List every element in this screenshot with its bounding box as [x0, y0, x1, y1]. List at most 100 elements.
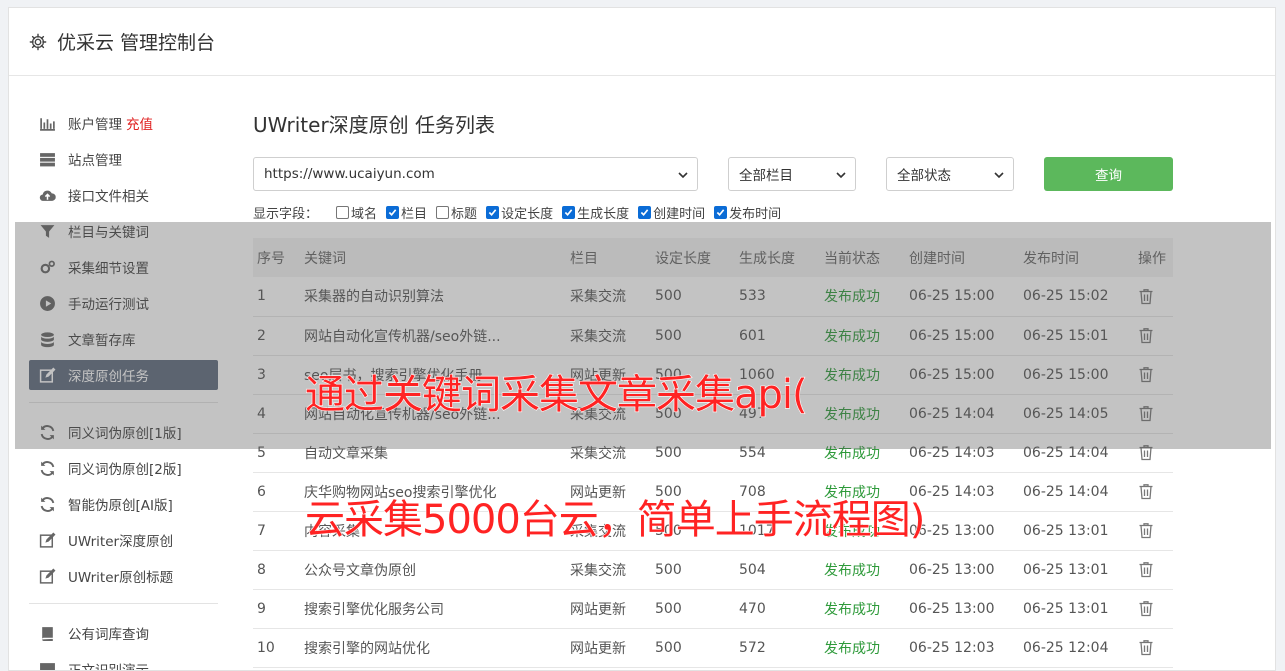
- checkbox-box: [562, 205, 576, 219]
- table-row: 8 公众号文章伪原创 采集交流 500 504 发布成功 06-25 13:00 06-25 …: [253, 550, 1173, 590]
- cell-actions: [1134, 511, 1173, 551]
- sidebar-item-label: 公有词库查询: [68, 627, 149, 643]
- sidebar-item-ai-rewrite[interactable]: 智能伪原创[AI版]: [29, 489, 218, 519]
- cell-index: 6: [253, 472, 300, 512]
- trash-icon[interactable]: [1138, 600, 1154, 617]
- refresh-icon: [40, 496, 55, 512]
- field-checkbox-created[interactable]: 创建时间: [638, 203, 705, 222]
- display-fields-label: 显示字段：: [253, 206, 319, 222]
- cell-keyword: 搜索引擎的网站优化: [300, 628, 566, 668]
- field-checkbox-label: 域名: [351, 206, 378, 222]
- column-select[interactable]: 全部栏目: [728, 157, 856, 191]
- cell-published: 06-25 14:04: [1019, 472, 1134, 512]
- display-fields: 显示字段： 域名 栏目 标题 设定长度 生成长度 创建时间 发布时间: [253, 203, 790, 222]
- sidebar-divider: [29, 603, 218, 604]
- cell-actions: [1134, 550, 1173, 590]
- sidebar-item-label: UWriter原创标题: [68, 570, 174, 586]
- recharge-link[interactable]: 充值: [126, 113, 153, 133]
- chevron-down-icon: [678, 172, 688, 179]
- sidebar-item-synonym-v2[interactable]: 同义词伪原创[2版]: [29, 453, 218, 483]
- field-checkbox-label: 设定长度: [501, 206, 554, 222]
- checkbox-box: [714, 205, 728, 219]
- cell-published: 06-25 13:01: [1019, 511, 1134, 551]
- cell-keyword: 公众号文章伪原创: [300, 550, 566, 590]
- field-checkbox-domain[interactable]: 域名: [336, 203, 377, 222]
- cell-gen-length: 504: [735, 550, 820, 590]
- cell-created: 06-25 12:03: [905, 628, 1019, 668]
- field-checkbox-title[interactable]: 标题: [436, 203, 477, 222]
- trash-icon[interactable]: [1138, 561, 1154, 578]
- server-icon: [40, 152, 55, 166]
- checkbox-box: [486, 205, 500, 219]
- table-row: 10 搜索引擎的网站优化 网站更新 500 572 发布成功 06-25 12:03 06-2…: [253, 628, 1173, 668]
- field-checkbox-label: 标题: [451, 206, 478, 222]
- query-button[interactable]: 查询: [1044, 157, 1173, 191]
- sidebar-item-api-files[interactable]: 接口文件相关: [29, 180, 218, 210]
- cell-set-length: 500: [651, 589, 735, 629]
- page-title: UWriter深度原创 任务列表: [253, 113, 496, 137]
- cell-gen-length: 470: [735, 589, 820, 629]
- field-checkbox-label: 创建时间: [653, 206, 706, 222]
- field-checkbox-gen-length[interactable]: 生成长度: [562, 203, 629, 222]
- field-checkbox-column[interactable]: 栏目: [386, 203, 427, 222]
- trash-icon[interactable]: [1138, 639, 1154, 656]
- cloud-upload-icon: [39, 190, 56, 201]
- gear-icon: [29, 33, 47, 51]
- site-select[interactable]: https://www.ucaiyun.com: [253, 157, 698, 191]
- trash-icon[interactable]: [1138, 522, 1154, 539]
- sidebar-item-uwriter-title[interactable]: UWriter原创标题: [29, 561, 218, 591]
- status-select[interactable]: 全部状态: [886, 157, 1014, 191]
- edit-icon: [39, 568, 56, 584]
- refresh-icon: [40, 460, 55, 476]
- sidebar-item-label: 正文识别演示: [68, 663, 149, 671]
- cell-status: 发布成功: [820, 589, 905, 629]
- cell-set-length: 500: [651, 550, 735, 590]
- column-select-value: 全部栏目: [739, 168, 793, 184]
- cell-keyword: 搜索引擎优化服务公司: [300, 589, 566, 629]
- checkbox-box: [436, 205, 450, 219]
- bar-chart-icon: [40, 117, 55, 131]
- checkbox-box: [336, 205, 350, 219]
- checkbox-box: [638, 205, 652, 219]
- cell-published: 06-25 13:01: [1019, 589, 1134, 629]
- watermark-line-2: 云采集5000台云，简单上手流程图): [304, 496, 926, 543]
- cell-created: 06-25 13:00: [905, 589, 1019, 629]
- cell-status: 发布成功: [820, 628, 905, 668]
- field-checkbox-label: 栏目: [401, 206, 428, 222]
- field-checkbox-published[interactable]: 发布时间: [714, 203, 781, 222]
- field-checkbox-set-length[interactable]: 设定长度: [486, 203, 553, 222]
- sidebar-item-public-lexicon[interactable]: 公有词库查询: [29, 618, 218, 648]
- field-checkbox-label: 生成长度: [577, 206, 630, 222]
- book-icon: [42, 626, 53, 641]
- cell-status: 发布成功: [820, 550, 905, 590]
- cell-set-length: 500: [651, 628, 735, 668]
- sidebar-item-text-recognition[interactable]: 正文识别演示: [29, 654, 218, 671]
- cell-gen-length: 572: [735, 628, 820, 668]
- sidebar-item-sites[interactable]: 站点管理: [29, 144, 218, 174]
- cell-created: 06-25 13:00: [905, 550, 1019, 590]
- cell-index: 8: [253, 550, 300, 590]
- cell-index: 7: [253, 511, 300, 551]
- sidebar-item-label: 智能伪原创[AI版]: [68, 498, 173, 514]
- chevron-down-icon: [836, 172, 846, 179]
- checkbox-box: [386, 205, 400, 219]
- cell-index: 10: [253, 628, 300, 668]
- sidebar-item-label: 同义词伪原创[2版]: [68, 462, 182, 478]
- trash-icon[interactable]: [1138, 483, 1154, 500]
- field-checkbox-label: 发布时间: [729, 206, 782, 222]
- edit-icon: [39, 532, 56, 548]
- chevron-down-icon: [994, 172, 1004, 179]
- cell-published: 06-25 13:01: [1019, 550, 1134, 590]
- app-title: 优采云 管理控制台: [57, 32, 216, 54]
- cell-index: 9: [253, 589, 300, 629]
- cell-column: 网站更新: [566, 628, 651, 668]
- watermark-line-1: 通过关键词采集文章采集api(: [304, 371, 808, 418]
- sidebar-item-uwriter-deep[interactable]: UWriter深度原创: [29, 525, 218, 555]
- header-bar: 优采云 管理控制台: [9, 8, 1275, 76]
- table-row: 9 搜索引擎优化服务公司 网站更新 500 470 发布成功 06-25 13:00 06-2…: [253, 589, 1173, 629]
- cell-column: 采集交流: [566, 550, 651, 590]
- sidebar-item-account[interactable]: 账户管理 充值: [29, 108, 218, 138]
- site-select-value: https://www.ucaiyun.com: [264, 166, 435, 182]
- status-select-value: 全部状态: [897, 168, 951, 184]
- cell-column: 网站更新: [566, 589, 651, 629]
